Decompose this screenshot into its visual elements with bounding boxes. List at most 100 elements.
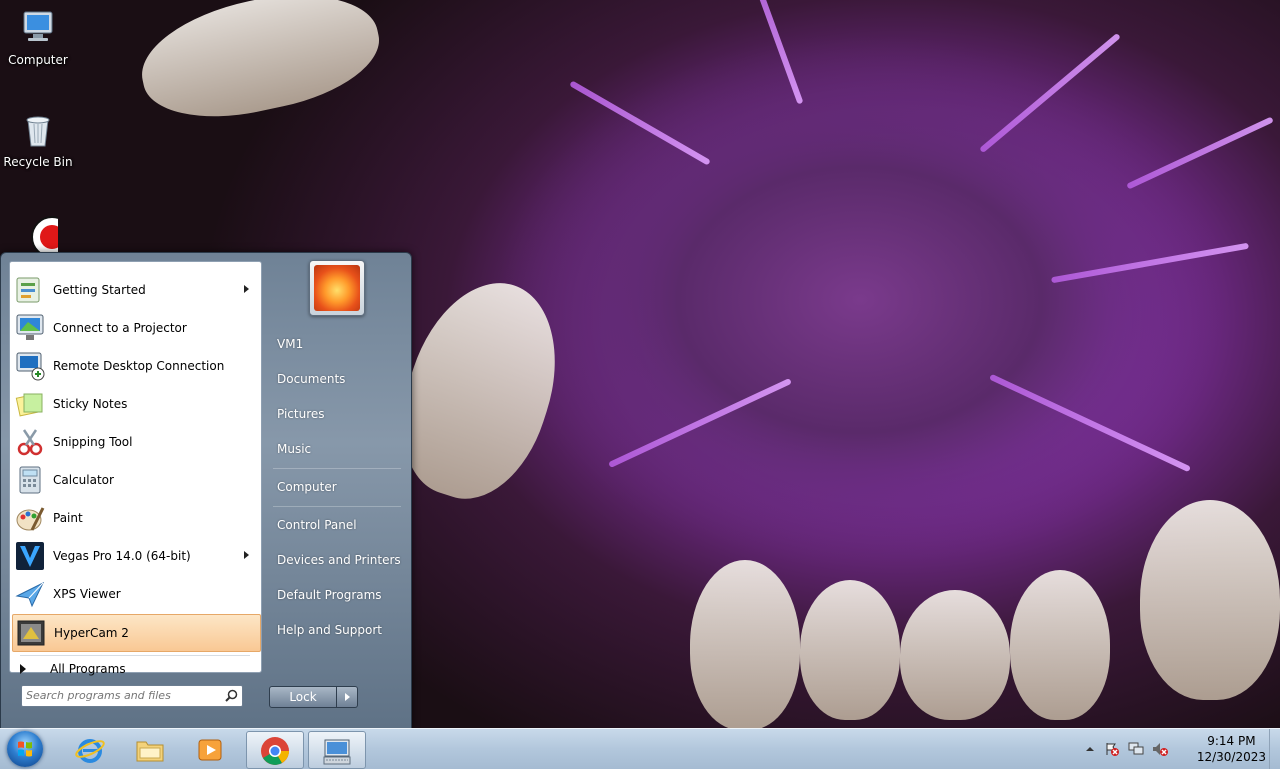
program-calculator[interactable]: Calculator bbox=[12, 462, 259, 498]
wallpaper-petal bbox=[690, 560, 800, 728]
getting-started-icon bbox=[16, 277, 40, 303]
program-vegas-pro[interactable]: Vegas Pro 14.0 (64-bit) bbox=[12, 538, 259, 574]
program-remote-desktop[interactable]: Remote Desktop Connection bbox=[12, 348, 259, 384]
start-menu-programs-pane: Getting Started Connect to a Projector R… bbox=[9, 261, 262, 676]
clock-time: 9:14 PM bbox=[1207, 734, 1256, 748]
wallpaper-petal bbox=[800, 580, 900, 720]
search-box[interactable] bbox=[21, 685, 243, 707]
hypercam-icon bbox=[17, 620, 45, 646]
program-connect-projector[interactable]: Connect to a Projector bbox=[12, 310, 259, 346]
folder-icon bbox=[136, 741, 164, 762]
desktop-icon-label: Recycle Bin bbox=[3, 155, 73, 169]
program-label: Remote Desktop Connection bbox=[53, 359, 225, 373]
search-icon[interactable] bbox=[225, 689, 238, 702]
record-icon bbox=[31, 216, 73, 258]
taskbar: 9:14 PM 12/30/2023 bbox=[0, 728, 1280, 769]
taskbar-internet-explorer[interactable] bbox=[62, 731, 118, 767]
program-label: Calculator bbox=[53, 473, 114, 487]
user-picture-flower-icon bbox=[314, 265, 360, 311]
wallpaper-petal bbox=[1010, 570, 1110, 720]
system-tray: 9:14 PM 12/30/2023 bbox=[1080, 729, 1280, 769]
menu-separator bbox=[20, 655, 250, 656]
taskbar-on-screen-keyboard[interactable] bbox=[308, 731, 366, 769]
program-label: HyperCam 2 bbox=[54, 626, 129, 640]
program-hypercam[interactable]: HyperCam 2 bbox=[12, 614, 261, 652]
place-devices-printers[interactable]: Devices and Printers bbox=[277, 553, 401, 567]
wallpaper-strand bbox=[1126, 116, 1274, 190]
program-label: Paint bbox=[53, 511, 83, 525]
search-input[interactable] bbox=[22, 686, 220, 704]
vegas-pro-icon bbox=[16, 542, 44, 570]
wallpaper-petal bbox=[131, 0, 389, 134]
wallpaper-strand bbox=[746, 0, 804, 105]
place-help-support[interactable]: Help and Support bbox=[277, 623, 382, 637]
xps-viewer-icon bbox=[15, 581, 45, 608]
place-pictures[interactable]: Pictures bbox=[277, 407, 325, 421]
wallpaper-strand bbox=[569, 80, 711, 166]
taskbar-chrome[interactable] bbox=[246, 731, 304, 769]
snipping-tool-icon bbox=[17, 429, 43, 456]
place-documents[interactable]: Documents bbox=[277, 372, 345, 386]
paint-icon bbox=[16, 507, 45, 531]
clock[interactable]: 9:14 PM 12/30/2023 bbox=[1197, 733, 1266, 765]
all-programs-arrow-icon bbox=[20, 664, 26, 674]
user-picture[interactable] bbox=[309, 260, 365, 316]
place-computer[interactable]: Computer bbox=[277, 480, 337, 494]
submenu-arrow-icon bbox=[244, 285, 249, 293]
program-label: Snipping Tool bbox=[53, 435, 133, 449]
places-separator bbox=[273, 506, 401, 507]
program-label: XPS Viewer bbox=[53, 587, 121, 601]
calculator-icon bbox=[19, 466, 41, 494]
keyboard-icon bbox=[323, 739, 351, 765]
place-default-programs[interactable]: Default Programs bbox=[277, 588, 382, 602]
start-menu-places-pane: VM1 Documents Pictures Music Computer Co… bbox=[263, 253, 411, 729]
taskbar-file-explorer[interactable] bbox=[122, 731, 178, 767]
sticky-notes-icon bbox=[15, 393, 43, 417]
media-player-icon bbox=[198, 739, 222, 761]
projector-icon bbox=[16, 314, 44, 340]
program-paint[interactable]: Paint bbox=[12, 500, 259, 536]
wallpaper-strand bbox=[608, 378, 792, 468]
wallpaper-strand bbox=[979, 32, 1121, 154]
wallpaper-strand bbox=[1050, 242, 1250, 284]
program-snipping-tool[interactable]: Snipping Tool bbox=[12, 424, 259, 460]
shutdown-group: Lock bbox=[269, 686, 358, 708]
remote-desktop-icon bbox=[16, 352, 45, 381]
chrome-icon bbox=[261, 737, 289, 765]
lock-button[interactable]: Lock bbox=[269, 686, 337, 708]
action-center-icon[interactable] bbox=[1104, 741, 1120, 757]
program-label: Getting Started bbox=[53, 283, 146, 297]
recycle-bin-icon bbox=[26, 116, 50, 147]
wallpaper-strand bbox=[989, 373, 1191, 473]
program-label: Connect to a Projector bbox=[53, 321, 187, 335]
program-getting-started[interactable]: Getting Started bbox=[12, 272, 259, 308]
search-area bbox=[9, 677, 260, 721]
place-music[interactable]: Music bbox=[277, 442, 311, 456]
program-xps-viewer[interactable]: XPS Viewer bbox=[12, 576, 259, 612]
desktop-icon-computer[interactable]: Computer bbox=[2, 8, 74, 67]
clock-date: 12/30/2023 bbox=[1196, 750, 1266, 764]
show-desktop-button[interactable] bbox=[1269, 729, 1280, 769]
wallpaper-petal bbox=[900, 590, 1010, 720]
all-programs-label: All Programs bbox=[50, 662, 126, 676]
taskbar-media-player[interactable] bbox=[182, 731, 238, 767]
internet-explorer-icon bbox=[75, 739, 105, 763]
wallpaper-petal bbox=[1140, 500, 1280, 700]
show-hidden-icons-icon[interactable] bbox=[1082, 741, 1098, 757]
place-control-panel[interactable]: Control Panel bbox=[277, 518, 357, 532]
place-user-folder[interactable]: VM1 bbox=[277, 337, 303, 351]
shutdown-options-arrow-icon[interactable] bbox=[337, 686, 358, 708]
start-menu: Getting Started Connect to a Projector R… bbox=[0, 252, 412, 730]
submenu-arrow-icon bbox=[244, 551, 249, 559]
desktop-icon-label: Computer bbox=[8, 53, 68, 67]
places-separator bbox=[273, 468, 401, 469]
desktop-icon-recycle-bin[interactable]: Recycle Bin bbox=[2, 110, 74, 169]
volume-muted-icon[interactable] bbox=[1152, 741, 1168, 757]
program-label: Sticky Notes bbox=[53, 397, 128, 411]
start-button[interactable] bbox=[7, 731, 43, 767]
windows-logo-icon bbox=[18, 741, 32, 757]
computer-icon bbox=[23, 11, 53, 41]
program-label: Vegas Pro 14.0 (64-bit) bbox=[53, 549, 191, 563]
program-sticky-notes[interactable]: Sticky Notes bbox=[12, 386, 259, 422]
network-icon[interactable] bbox=[1128, 741, 1144, 757]
